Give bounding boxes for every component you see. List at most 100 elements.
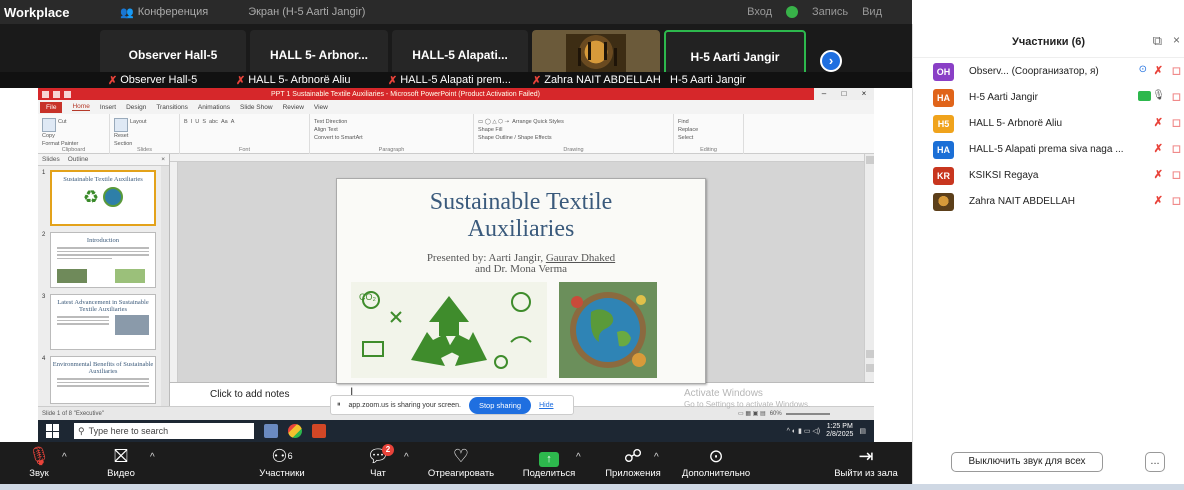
vertical-ruler (170, 162, 178, 382)
audio-button[interactable]: 🎙︎ Звук (14, 446, 64, 479)
windows-start-icon[interactable] (46, 424, 64, 438)
slide-scrollbar[interactable] (864, 154, 874, 382)
tab-insert[interactable]: Insert (100, 104, 116, 111)
powerpoint-taskbar-icon[interactable] (312, 424, 326, 438)
current-slide[interactable]: Sustainable Textile Auxiliaries Presente… (336, 178, 706, 384)
ribbon-group-drawing: ▭ ◯ △ ⬡ ➝ Arrange Quick Styles Shape Fill… (474, 114, 674, 154)
participant-row[interactable]: H5 HALL 5- Arbnorë Aliu ✗ ◻ (913, 112, 1184, 138)
meeting-menu[interactable]: 👥 Конференция (120, 6, 208, 19)
more-options-button[interactable]: ... (1145, 452, 1165, 472)
participants-button[interactable]: ⚇6 Участники (254, 446, 310, 479)
participant-row[interactable]: HA H-5 Aarti Jangir 🎙︎ ◻ (913, 86, 1184, 112)
heart-icon: ♡ (452, 446, 470, 466)
new-slide-icon[interactable] (114, 118, 128, 132)
tab-slides[interactable]: Slides (42, 156, 60, 163)
video-off-icon[interactable]: ◻ (1172, 64, 1181, 77)
taskbar-clock[interactable]: 1:25 PM 2/8/2025 (826, 423, 853, 439)
ribbon-group-slides: Layout Reset Section Slides (110, 114, 180, 154)
view-buttons-icon[interactable]: ▭ ▦ ▣ ▤ (738, 410, 766, 417)
tab-transitions[interactable]: Transitions (156, 104, 188, 111)
shapes-gallery-icon[interactable]: ▭ ◯ △ ⬡ ➝ (478, 119, 509, 125)
security-shield-icon[interactable] (786, 6, 798, 18)
chat-options-chevron-icon[interactable]: ^ (404, 452, 409, 463)
tray-icons[interactable]: ^ ◐ ▮ ▭ ◁) (787, 427, 820, 435)
mic-muted-icon: ✗ (236, 74, 246, 87)
notifications-icon[interactable]: ▤ (859, 427, 866, 435)
audio-options-chevron-icon[interactable]: ^ (62, 452, 67, 463)
notes-placeholder[interactable]: Click to add notes (210, 389, 290, 400)
mute-all-button[interactable]: Выключить звук для всех (951, 452, 1103, 472)
leave-room-button[interactable]: ⇥ Выйти из зала (828, 446, 904, 479)
participant-row[interactable]: OH Observ... (Соорганизатор, я) ⊙ ✗ ◻ (913, 60, 1184, 86)
close-pane-icon[interactable]: × (161, 156, 169, 163)
next-page-arrow-icon[interactable]: › (820, 50, 842, 72)
tab-view[interactable]: View (314, 104, 328, 111)
slides-pane-scrollbar[interactable] (161, 166, 169, 406)
screen-view-menu[interactable]: Экран (H-5 Aarti Jangir) (248, 6, 365, 18)
video-off-icon[interactable]: ◻ (1172, 142, 1181, 155)
share-screen-button[interactable]: ↑ Поделиться (516, 446, 582, 479)
participant-row[interactable]: KR KSIKSI Regaya ✗ ◻ (913, 164, 1184, 190)
close-icon[interactable]: × (854, 88, 874, 100)
screen-share-banner: ⏸ app.zoom.us is sharing your screen. St… (330, 395, 574, 415)
view-menu[interactable]: Вид (862, 6, 882, 18)
tab-home[interactable]: Home (72, 103, 90, 111)
video-off-icon: ⛝ (114, 446, 128, 466)
panel-close-icon[interactable]: × (1173, 33, 1180, 47)
save-icon[interactable] (53, 90, 60, 98)
mic-on-icon[interactable]: 🎙︎ (1152, 90, 1165, 101)
video-off-icon[interactable]: ◻ (1172, 116, 1181, 129)
tab-design[interactable]: Design (126, 104, 146, 111)
mic-muted-icon[interactable]: ✗ (1154, 168, 1163, 181)
share-icon: ↑ (539, 452, 559, 467)
apps-options-chevron-icon[interactable]: ^ (654, 452, 659, 463)
thumb-frame: Introduction (50, 232, 156, 288)
cohost-info-icon[interactable]: ⊙ (1139, 64, 1147, 75)
more-button[interactable]: ⊙ Дополнительно (674, 446, 758, 479)
undo-icon[interactable] (64, 90, 71, 98)
stop-sharing-button[interactable]: Stop sharing (468, 396, 532, 414)
shared-screen-name-strip: ✗ Observer Hall-5 ✗ HALL 5- Arbnorë Aliu ✗… (0, 72, 912, 88)
video-off-icon[interactable]: ◻ (1172, 194, 1181, 207)
mic-muted-icon[interactable]: ✗ (1154, 194, 1163, 207)
minimize-icon[interactable]: – (814, 88, 834, 100)
ppt-titlebar: PPT 1 Sustainable Textile Auxiliaries - … (38, 88, 874, 100)
video-button[interactable]: ⛝ Видео (96, 446, 146, 479)
share-status-icon: ⏸ (337, 401, 341, 408)
mic-muted-icon[interactable]: ✗ (1154, 142, 1163, 155)
popout-icon[interactable]: ⧉ (1153, 33, 1162, 49)
mic-muted-icon[interactable]: ✗ (1154, 64, 1163, 77)
ribbon-group-editing: Find Replace Select Editing (674, 114, 744, 154)
record-indicator[interactable]: Запись (812, 6, 848, 18)
paste-icon[interactable] (42, 118, 56, 132)
share-options-chevron-icon[interactable]: ^ (576, 452, 581, 463)
react-button[interactable]: ♡ Отреагировать (424, 446, 498, 479)
panel-title: Участники (6) (1011, 36, 1086, 48)
tab-file[interactable]: File (40, 101, 63, 113)
taskbar-search-input[interactable]: ⚲ Type here to search (74, 423, 254, 439)
task-view-icon[interactable] (264, 424, 278, 438)
login-button[interactable]: Вход (747, 6, 772, 18)
mic-muted-icon[interactable]: ✗ (1154, 116, 1163, 129)
video-options-chevron-icon[interactable]: ^ (150, 452, 155, 463)
globe-thumb-icon (103, 187, 124, 207)
chrome-icon[interactable] (288, 424, 302, 438)
maximize-icon[interactable]: □ (834, 88, 854, 100)
tab-outline[interactable]: Outline (68, 156, 89, 163)
tab-animations[interactable]: Animations (198, 104, 230, 111)
search-icon: ⚲ (78, 425, 85, 436)
participant-row[interactable]: Zahra NAIT ABDELLAH ✗ ◻ (913, 190, 1184, 216)
hide-banner-link[interactable]: Hide (539, 402, 553, 409)
font-controls[interactable]: B I U S abc Aa A (184, 118, 305, 126)
zoom-slider[interactable] (785, 412, 830, 415)
zoom-control[interactable]: ▭ ▦ ▣ ▤ 60% (738, 410, 830, 417)
chat-button[interactable]: 💬︎ 2 Чат (358, 444, 398, 479)
video-off-icon[interactable]: ◻ (1172, 168, 1181, 181)
tab-review[interactable]: Review (283, 104, 304, 111)
participants-small-icon: 👥 (120, 6, 134, 19)
video-off-icon[interactable]: ◻ (1172, 90, 1181, 103)
participants-panel: Участники (6) ⧉ × OH Observ... (Сооргани… (912, 24, 1184, 484)
participant-name: Observ... (Соорганизатор, я) (969, 66, 1099, 77)
tab-slide-show[interactable]: Slide Show (240, 104, 273, 111)
participant-row[interactable]: HA HALL-5 Alapati prema siva naga ... ✗ … (913, 138, 1184, 164)
